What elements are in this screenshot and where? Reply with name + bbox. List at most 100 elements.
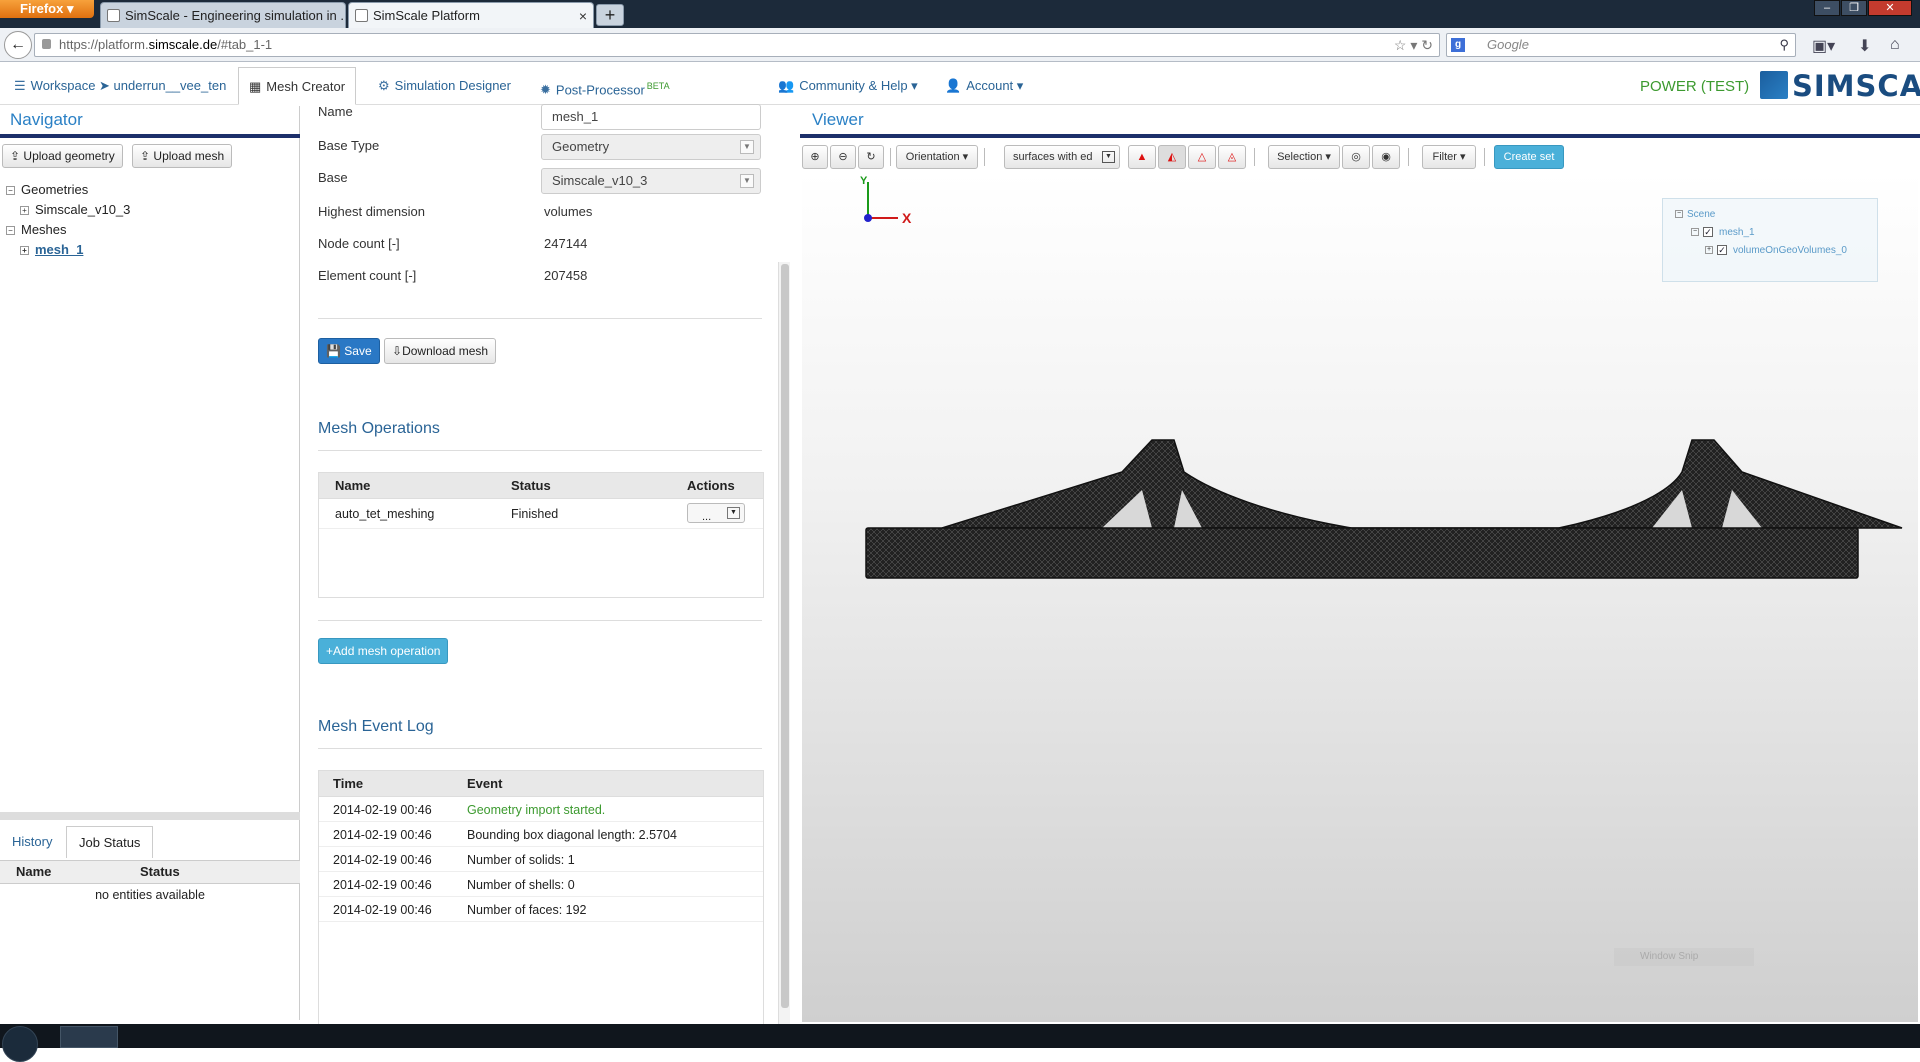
tree-geometry-item[interactable]: + Simscale_v10_3 xyxy=(20,202,130,217)
url-prefix: https://platform. xyxy=(59,37,149,52)
scene-mesh[interactable]: − ✓ mesh_1 xyxy=(1691,227,1755,238)
chevron-down-icon: ▼ xyxy=(1102,151,1115,163)
simscale-logo[interactable]: SIMSCALE xyxy=(1760,69,1920,103)
base-type-value: Geometry xyxy=(552,139,610,154)
viewer-panel: Viewer ⊕ ⊖ ↻ Orientation ▾ surfaces with… xyxy=(800,106,1920,1024)
taskbar-item[interactable] xyxy=(60,1026,118,1048)
start-orb-icon[interactable] xyxy=(2,1026,38,1062)
expand-icon[interactable]: + xyxy=(1705,246,1713,255)
download-icon[interactable]: ⬇ xyxy=(1858,36,1871,56)
tab-community-help[interactable]: 👥 Community & Help ▾ xyxy=(768,67,928,105)
scrollbar-thumb[interactable] xyxy=(781,264,789,1008)
collapse-icon[interactable]: − xyxy=(1691,228,1699,237)
restore-icon[interactable]: ❐ xyxy=(1841,0,1867,16)
orientation-dropdown[interactable]: Orientation ▾ xyxy=(896,145,978,169)
search-box[interactable]: g Google ⚲ xyxy=(1446,33,1796,57)
grid-icon: ▦ xyxy=(249,79,262,94)
op-actions-dropdown[interactable]: ... ▼ xyxy=(687,503,745,523)
wireframe-icon[interactable]: △ xyxy=(1188,145,1216,169)
add-mesh-operation-button[interactable]: +Add mesh operation xyxy=(318,638,449,664)
surfaces-edges-icon[interactable]: ◭ xyxy=(1158,145,1186,169)
filter-dropdown[interactable]: Filter ▾ xyxy=(1422,145,1476,169)
close-tab-icon[interactable]: × xyxy=(579,3,587,28)
zoom-out-icon[interactable]: ⊖ xyxy=(830,145,856,169)
workspace-icon: ☰ xyxy=(14,78,26,93)
op-col-status: Status xyxy=(511,478,551,493)
upload-geometry-button[interactable]: ⇪ Upload geometry xyxy=(2,144,123,168)
bookmarks-icon[interactable]: ▣▾ xyxy=(1812,36,1835,56)
scene-root[interactable]: − Scene xyxy=(1675,209,1715,220)
tab-simulation-designer[interactable]: ⚙ Simulation Designer xyxy=(368,67,521,105)
tab-job-status[interactable]: Job Status xyxy=(66,826,154,858)
url-bar[interactable]: https://platform.simscale.de/#tab_1-1 ☆ … xyxy=(34,33,1440,57)
simscale-logo-text: SIMSCALE xyxy=(1792,69,1920,103)
home-icon[interactable]: ⌂ xyxy=(1890,36,1900,54)
details-scrollbar[interactable] xyxy=(778,262,790,1024)
navigator-splitter[interactable] xyxy=(0,812,300,820)
event-col-event: Event xyxy=(467,776,503,791)
scene-root-label: Scene xyxy=(1687,209,1716,220)
tree-geometries[interactable]: − Geometries xyxy=(6,182,88,197)
event-text: Bounding box diagonal length: 2.5704 xyxy=(467,828,677,842)
google-icon: g xyxy=(1451,38,1465,52)
zoom-in-icon[interactable]: ⊕ xyxy=(802,145,828,169)
expand-icon[interactable]: + xyxy=(20,206,29,216)
download-mesh-button[interactable]: ⇩Download mesh xyxy=(384,338,497,364)
visibility-checkbox[interactable]: ✓ xyxy=(1703,227,1713,238)
upload-mesh-button[interactable]: ⇪ Upload mesh xyxy=(132,144,233,168)
3d-canvas[interactable]: X Y − Scene − ✓ mesh_1 + ✓ volumeOnGeoVolumes… xyxy=(802,172,1918,1022)
job-empty-text: no entities available xyxy=(95,888,205,902)
render-mode-select[interactable]: surfaces with ed ▼ xyxy=(1004,145,1120,169)
blank-favicon-icon xyxy=(355,9,368,22)
toolbar-divider xyxy=(1484,148,1485,166)
browser-nav-bar: ← https://platform.simscale.de/#tab_1-1 … xyxy=(0,28,1920,62)
solid-render-icon[interactable]: ▲ xyxy=(1128,145,1156,169)
mesh-model xyxy=(865,439,1903,579)
minimize-icon[interactable]: – xyxy=(1814,0,1840,16)
event-time: 2014-02-19 00:46 xyxy=(333,853,432,867)
plan-label: POWER (TEST) xyxy=(1640,78,1750,95)
reset-view-icon[interactable]: ↻ xyxy=(858,145,884,169)
event-time: 2014-02-19 00:46 xyxy=(333,828,432,842)
axis-y-label: Y xyxy=(860,175,868,187)
tree-mesh-item[interactable]: + mesh_1 xyxy=(20,242,83,257)
tab-account[interactable]: 👤 Account ▾ xyxy=(935,67,1033,105)
selection-dropdown[interactable]: Selection ▾ xyxy=(1268,145,1340,169)
visibility-checkbox[interactable]: ✓ xyxy=(1717,245,1727,256)
table-row[interactable]: auto_tet_meshing Finished ... ▼ xyxy=(319,499,763,529)
points-render-icon[interactable]: ◬ xyxy=(1218,145,1246,169)
os-taskbar xyxy=(0,1024,1920,1062)
tab-post-processor[interactable]: ✹ Post-Processor BETA xyxy=(530,67,680,105)
name-input[interactable]: mesh_1 xyxy=(541,104,761,130)
hide-icon[interactable]: ◎ xyxy=(1342,145,1370,169)
collapse-icon[interactable]: − xyxy=(6,226,15,236)
expand-icon[interactable]: + xyxy=(20,246,29,256)
bookmark-star-icon[interactable]: ☆ ▾ ↻ xyxy=(1394,34,1433,56)
add-mesh-operation-label: Add mesh operation xyxy=(333,644,441,658)
close-window-icon[interactable]: ✕ xyxy=(1868,0,1912,16)
back-arrow-icon[interactable]: ← xyxy=(4,31,32,59)
tree-meshes[interactable]: − Meshes xyxy=(6,222,67,237)
job-pane: History Job Status Name Status no entiti… xyxy=(0,820,300,1020)
tab-workspace[interactable]: ☰ Workspace ➤ underrun__vee_ten xyxy=(4,67,236,105)
firefox-menu-button[interactable]: Firefox ▾ xyxy=(0,0,94,18)
base-select[interactable]: Simscale_v10_3 ▼ xyxy=(541,168,761,194)
lock-icon xyxy=(42,39,51,49)
event-log-header: Time Event xyxy=(319,771,763,797)
save-button[interactable]: 💾 Save xyxy=(318,338,380,364)
new-tab-button[interactable]: + xyxy=(596,4,624,26)
create-set-button[interactable]: Create set xyxy=(1494,145,1564,169)
collapse-icon[interactable]: − xyxy=(6,186,15,196)
browser-tab-2[interactable]: SimScale Platform × xyxy=(348,2,594,28)
search-icon[interactable]: ⚲ xyxy=(1779,34,1789,56)
tree-geometries-label: Geometries xyxy=(21,182,89,197)
eye-icon[interactable]: ◉ xyxy=(1372,145,1400,169)
base-type-select[interactable]: Geometry ▼ xyxy=(541,134,761,160)
beta-badge: BETA xyxy=(646,81,670,91)
url-host: simscale.de xyxy=(148,37,218,52)
tab-history[interactable]: History xyxy=(0,826,64,858)
collapse-icon[interactable]: − xyxy=(1675,210,1683,219)
browser-tab-1[interactable]: SimScale - Engineering simulation in ... xyxy=(100,2,346,28)
scene-volume[interactable]: + ✓ volumeOnGeoVolumes_0 xyxy=(1705,245,1847,256)
tab-mesh-creator[interactable]: ▦ Mesh Creator xyxy=(238,67,357,105)
